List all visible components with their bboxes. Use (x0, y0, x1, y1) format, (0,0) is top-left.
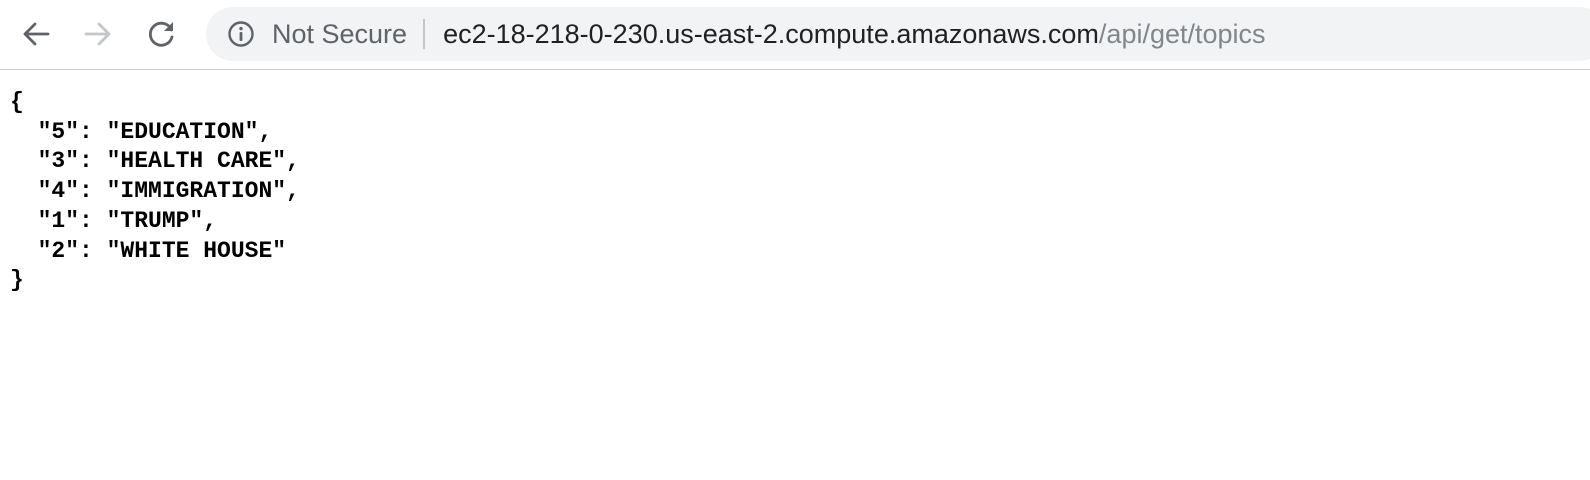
address-divider (423, 19, 426, 49)
json-open-brace: { (10, 89, 24, 115)
json-entry: "1": "TRUMP", (10, 207, 218, 234)
browser-toolbar: Not Secure ec2-18-218-0-230.us-east-2.co… (0, 0, 1590, 70)
back-button[interactable] (14, 14, 58, 54)
security-status-label[interactable]: Not Secure (272, 19, 407, 50)
url-path: /api/get/topics (1098, 18, 1266, 49)
json-entry: "4": "IMMIGRATION", (10, 178, 300, 205)
info-icon[interactable] (226, 19, 256, 49)
json-entry: "5": "EDUCATION", (10, 118, 273, 145)
json-entry: "3": "HEALTH CARE", (10, 148, 300, 175)
json-close-brace: } (10, 267, 24, 294)
reload-button[interactable] (140, 14, 184, 54)
page-content: { "5": "EDUCATION", "3": "HEALTH CARE", … (0, 70, 1590, 296)
forward-button[interactable] (76, 14, 120, 54)
back-arrow-icon (21, 19, 51, 49)
url-host: ec2-18-218-0-230.us-east-2.compute.amazo… (443, 18, 1099, 49)
address-bar[interactable]: Not Secure ec2-18-218-0-230.us-east-2.co… (206, 7, 1590, 61)
json-response: { "5": "EDUCATION", "3": "HEALTH CARE", … (10, 88, 1590, 296)
json-entry: "2": "WHITE HOUSE" (10, 237, 287, 264)
reload-icon (146, 18, 178, 50)
forward-arrow-icon (83, 19, 113, 49)
